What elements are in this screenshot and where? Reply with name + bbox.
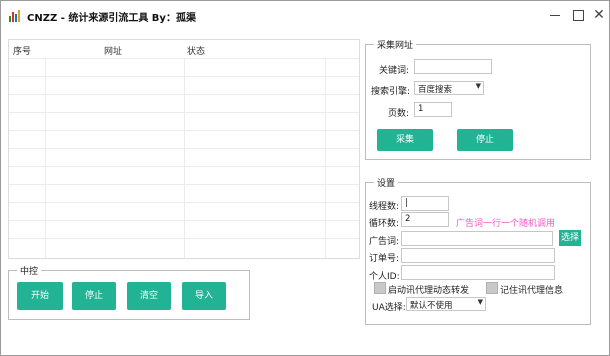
title-bar: CNZZ - 统计来源引流工具 By：孤渠 ✕ (1, 1, 609, 31)
select-file-button[interactable]: 选择 (559, 230, 581, 246)
app-window: CNZZ - 统计来源引流工具 By：孤渠 ✕ 序号 网址 状态 采集网址 关键… (0, 0, 610, 356)
import-button[interactable]: 导入 (182, 282, 226, 310)
order-number-input[interactable] (401, 248, 555, 263)
chevron-down-icon: ▼ (477, 298, 483, 306)
remember-proxy-label: 记住讯代理信息 (500, 286, 564, 296)
grid-column-divider (45, 58, 46, 258)
close-button[interactable]: ✕ (591, 7, 607, 23)
loops-input[interactable]: 2 (401, 212, 449, 227)
table-header: 序号 网址 状态 (9, 40, 359, 58)
settings-group-title: 设置 (374, 176, 399, 189)
ua-select[interactable]: 默认不使用 ▼ (406, 297, 486, 311)
pages-input[interactable]: 1 (414, 102, 452, 117)
collect-button[interactable]: 采集 (377, 129, 433, 151)
start-button[interactable]: 开始 (17, 282, 63, 310)
proxy-forward-checkbox[interactable] (374, 282, 386, 294)
bar-chart-icon (9, 10, 21, 22)
column-header-index: 序号 (13, 47, 32, 57)
ua-select-value: 默认不使用 (410, 301, 453, 311)
personal-id-input[interactable] (401, 265, 555, 280)
collect-group: 采集网址 关键词: 搜索引擎: 百度搜索 ▼ 页数: 1 采集 停止 (365, 38, 591, 160)
settings-group: 设置 线程数: | 循环数: 2 广告词一行一个随机调用 广告词: 选择 订单号… (365, 176, 591, 325)
center-control-title: 中控 (17, 264, 42, 277)
keyword-input[interactable] (414, 59, 492, 74)
grid-column-divider (184, 58, 185, 258)
collect-stop-button[interactable]: 停止 (457, 129, 513, 151)
ad-words-label: 广告词: (369, 237, 400, 247)
maximize-button[interactable] (570, 7, 586, 23)
ua-select-label: UA选择: (372, 303, 406, 313)
ad-words-input[interactable] (401, 231, 553, 246)
clear-button[interactable]: 清空 (127, 282, 171, 310)
threads-label: 线程数: (369, 202, 400, 212)
column-header-url: 网址 (104, 47, 123, 57)
search-engine-value: 百度搜索 (418, 85, 453, 95)
threads-input[interactable]: | (401, 196, 449, 211)
proxy-forward-label: 启动讯代理动态转发 (388, 286, 470, 296)
chevron-down-icon: ▼ (475, 82, 481, 90)
stop-button[interactable]: 停止 (72, 282, 116, 310)
order-number-label: 订单号: (369, 254, 400, 264)
search-engine-select[interactable]: 百度搜索 ▼ (414, 81, 484, 95)
keyword-label: 关键词: (379, 66, 410, 76)
personal-id-label: 个人ID: (369, 272, 400, 282)
pages-label: 页数: (388, 109, 410, 119)
column-header-status: 状态 (187, 47, 206, 57)
remember-proxy-checkbox[interactable] (486, 282, 498, 294)
loops-label: 循环数: (369, 219, 400, 229)
search-engine-label: 搜索引擎: (371, 87, 411, 97)
results-table[interactable]: 序号 网址 状态 (8, 39, 360, 259)
grid-column-divider (325, 58, 326, 258)
center-control-group: 中控 开始 停止 清空 导入 (8, 264, 250, 320)
ad-hint-text: 广告词一行一个随机调用 (456, 219, 556, 229)
window-title: CNZZ - 统计来源引流工具 By：孤渠 (27, 13, 196, 24)
collect-group-title: 采集网址 (374, 38, 417, 51)
minimize-button[interactable] (547, 7, 563, 23)
